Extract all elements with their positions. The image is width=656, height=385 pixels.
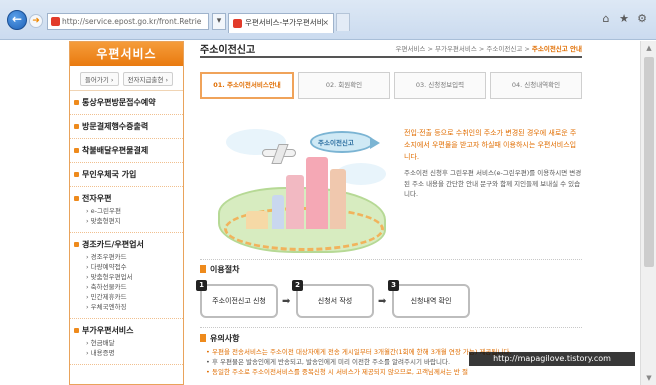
arrow-right-icon: ➡ xyxy=(282,296,291,307)
process-flow: 1 주소이전신고 신청 ➡ 2 신청서 작성 ➡ 3 신청내역 확인 xyxy=(196,280,470,320)
forward-button[interactable]: ➜ xyxy=(29,14,43,28)
step-number-badge: 3 xyxy=(388,280,399,291)
sidebar-subitem[interactable]: › 내용증명 xyxy=(82,348,177,358)
left-sidebar: 우편서비스 들어가기 › 전자지급출현 › 통상우편방문접수예약 방문결제행수증… xyxy=(69,41,184,385)
chevron-down-icon: ▾ xyxy=(216,16,222,26)
new-tab-button[interactable] xyxy=(336,13,350,31)
sidebar-item-cod-payment[interactable]: 착불배달우편물결제 xyxy=(70,139,183,163)
tab-close-icon[interactable]: × xyxy=(322,14,329,32)
browser-chrome: ← ➜ http://service.epost.go.kr/front.Ret… xyxy=(0,0,656,40)
sidebar-item-cards[interactable]: 경조카드/우편업서 › 경조우편카드 › 다량예약접수 › 맞춤형우편업서 › … xyxy=(70,233,183,319)
building-shape xyxy=(286,175,304,229)
favorites-star-icon[interactable]: ★ xyxy=(618,13,630,25)
scroll-up-arrow-icon[interactable]: ▲ xyxy=(641,41,656,55)
home-icon[interactable]: ⌂ xyxy=(600,13,612,25)
process-step-label: 신청서 작성 xyxy=(317,297,353,305)
step-tab-info-input[interactable]: 03. 신청정보입력 xyxy=(394,72,486,99)
sidebar-submenu: › e-그린우편 › 맞춤형편지 xyxy=(82,204,177,226)
process-step-2: 2 신청서 작성 xyxy=(292,280,374,318)
sidebar-menu: 통상우편방문접수예약 방문결제행수증출력 착불배달우편물결제 무인우체국 가입 … xyxy=(70,91,183,365)
address-dropdown-button[interactable]: ▾ xyxy=(212,13,226,30)
process-step-label: 주소이전신고 신청 xyxy=(212,297,266,305)
sidebar-item-extra-post[interactable]: 부가우편서비스 › 현금배달 › 내용증명 xyxy=(70,319,183,365)
address-text: http://service.epost.go.kr/front.Retrie xyxy=(62,17,202,26)
sidebar-title: 우편서비스 xyxy=(70,42,183,66)
sidebar-subitem[interactable]: › 민간제휴카드 xyxy=(82,292,177,302)
sidebar-subitem[interactable]: › 우체국엔하징 xyxy=(82,302,177,312)
building-shape xyxy=(330,169,346,229)
watermark: http://mapagilove.tistory.com xyxy=(469,352,635,366)
tab-favicon-icon xyxy=(233,19,242,28)
sidebar-subitem[interactable]: › 축하선물카드 xyxy=(82,282,177,292)
process-step-1: 1 주소이전신고 신청 xyxy=(196,280,278,318)
address-bar[interactable]: http://service.epost.go.kr/front.Retrie xyxy=(47,13,209,30)
breadcrumb-current: 주소이전신고 안내 xyxy=(531,45,582,53)
sidebar-item-e-mail-post[interactable]: 전자우편 › e-그린우편 › 맞춤형편지 xyxy=(70,187,183,233)
process-step-label: 신청내역 확인 xyxy=(410,297,452,305)
forward-arrow-icon: ➜ xyxy=(32,16,40,26)
sidebar-subitem[interactable]: › e-그린우편 xyxy=(82,206,177,216)
sidebar-item-label: 경조카드/우편업서 xyxy=(82,240,144,249)
service-description: 주소이전 신청후 그린우편 서비스(e-그린우편)를 이용하시면 변경된 주소 … xyxy=(404,169,582,198)
zeppelin-icon: 주소이전신고 xyxy=(310,131,380,153)
sidebar-item-label: 착불배달우편물결제 xyxy=(82,146,149,155)
sidebar-item-visit-pickup[interactable]: 통상우편방문접수예약 xyxy=(70,91,183,115)
sidebar-item-unmanned-post[interactable]: 무인우체국 가입 xyxy=(70,163,183,187)
main-content: 주소이전신고 우편서비스 > 부가우편서비스 > 주소이전신고 > 주소이전신고… xyxy=(196,41,583,385)
step-number-badge: 1 xyxy=(196,280,207,291)
sidebar-subitem[interactable]: › 맞춤형편지 xyxy=(82,216,177,226)
service-illustration: 주소이전신고 xyxy=(216,123,394,271)
breadcrumb: 우편서비스 > 부가우편서비스 > 주소이전신고 > 주소이전신고 안내 xyxy=(396,43,583,53)
step-tab-confirm[interactable]: 04. 신청내역확인 xyxy=(490,72,582,99)
sidebar-item-label: 무인우체국 가입 xyxy=(82,170,137,179)
process-section-title: 이용절차 xyxy=(200,264,239,275)
section-divider xyxy=(200,259,582,260)
arrow-right-icon: ➡ xyxy=(378,296,387,307)
section-divider xyxy=(200,327,582,328)
building-shape xyxy=(272,195,284,229)
settings-gear-icon[interactable]: ⚙ xyxy=(636,13,648,25)
notes-section-title: 유의사항 xyxy=(200,333,239,344)
tab-title: 우편서비스-부가우편서비 xyxy=(245,18,324,27)
service-intro: 전입·전출 등으로 수취인의 주소가 변경된 경우에 새로운 주소지에서 우편물… xyxy=(404,129,577,161)
sidebar-item-label: 부가우편서비스 xyxy=(82,326,134,335)
building-shape xyxy=(306,157,328,229)
step-tabs: 01. 주소이전서비스안내 02. 회원확인 03. 신청정보입력 04. 신청… xyxy=(200,72,582,99)
sidebar-item-label: 통상우편방문접수예약 xyxy=(82,98,156,107)
breadcrumb-path[interactable]: 우편서비스 > 부가우편서비스 > 주소이전신고 > xyxy=(396,45,532,53)
sidebar-subitem[interactable]: › 경조우편카드 xyxy=(82,252,177,262)
process-step-3: 3 신청내역 확인 xyxy=(388,280,470,318)
step-tab-guide[interactable]: 01. 주소이전서비스안내 xyxy=(200,72,294,99)
step-tab-member-check[interactable]: 02. 회원확인 xyxy=(298,72,390,99)
sidebar-subitem[interactable]: › 현금배달 xyxy=(82,338,177,348)
back-arrow-icon: ← xyxy=(11,12,23,26)
sidebar-submenu: › 경조우편카드 › 다량예약접수 › 맞춤형우편업서 › 축하선물카드 › 민… xyxy=(82,250,177,312)
site-favicon-icon xyxy=(51,17,60,26)
step-number-badge: 2 xyxy=(292,280,303,291)
sidebar-payment-button[interactable]: 전자지급출현 › xyxy=(122,72,174,86)
vertical-scrollbar[interactable]: ▲ ▼ xyxy=(640,41,656,385)
zeppelin-label: 주소이전신고 xyxy=(318,139,354,147)
back-button[interactable]: ← xyxy=(7,10,27,30)
sidebar-enter-button[interactable]: 들어가기 › xyxy=(79,72,119,86)
sidebar-subitem[interactable]: › 맞춤형우편업서 xyxy=(82,272,177,282)
scrollbar-thumb[interactable] xyxy=(644,57,654,267)
sidebar-subitem[interactable]: › 다량예약접수 xyxy=(82,262,177,272)
note-item: 동일한 주소로 주소이전서비스를 중복신청 시 서비스가 제공되지 않으므로, … xyxy=(206,367,582,377)
sidebar-item-label: 방문결제행수증출력 xyxy=(82,122,149,131)
scroll-down-arrow-icon[interactable]: ▼ xyxy=(641,371,656,385)
browser-tab-active[interactable]: 우편서비스-부가우편서비 × xyxy=(228,13,334,33)
sidebar-item-receipt-print[interactable]: 방문결제행수증출력 xyxy=(70,115,183,139)
web-page: 우편서비스 들어가기 › 전자지급출현 › 통상우편방문접수예약 방문결제행수증… xyxy=(0,41,656,385)
house-shape xyxy=(246,211,268,229)
airplane-icon xyxy=(262,149,296,157)
sidebar-buttons: 들어가기 › 전자지급출현 › xyxy=(70,66,183,91)
sidebar-submenu: › 현금배달 › 내용증명 xyxy=(82,336,177,358)
browser-toolbar-icons: ⌂ ★ ⚙ xyxy=(600,13,648,29)
page-title: 주소이전신고 xyxy=(200,45,256,56)
sidebar-item-label: 전자우편 xyxy=(82,194,112,203)
title-divider xyxy=(200,56,582,58)
